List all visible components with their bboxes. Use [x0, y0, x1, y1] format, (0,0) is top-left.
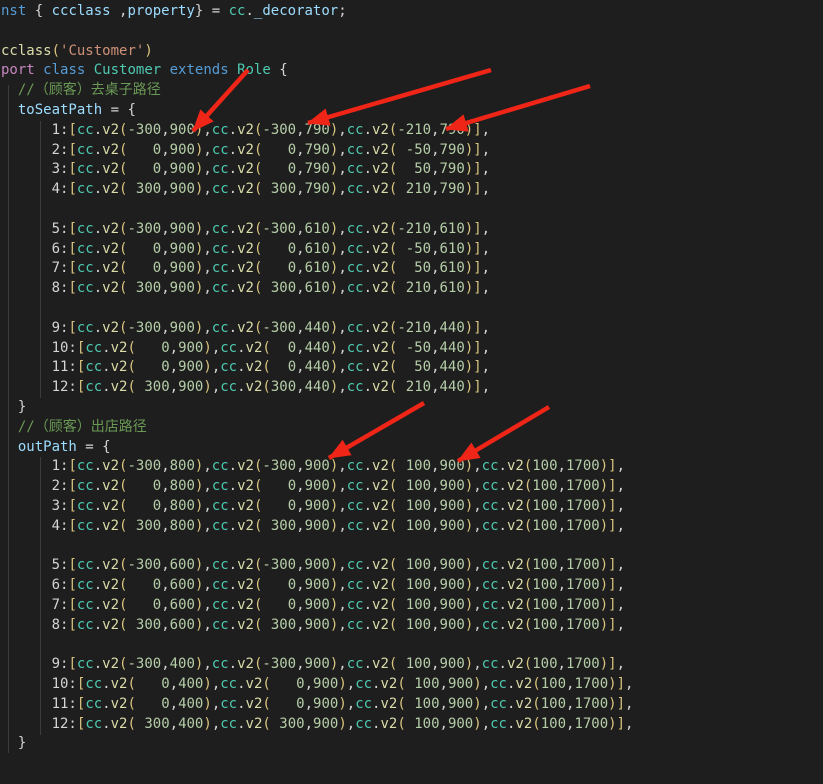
code-line: 8:[cc.v2( 300,900),cc.v2( 300,610),cc.v2… [51, 280, 491, 297]
code-line: 8:[cc.v2( 300,600),cc.v2( 300,900),cc.v2… [51, 616, 626, 633]
code-line: } [1, 398, 27, 415]
code-line: toSeatPath = { [17, 101, 136, 118]
code-line: 2:[cc.v2( 0,900),cc.v2( 0,790),cc.v2( -5… [51, 141, 491, 158]
code-line: 6:[cc.v2( 0,900),cc.v2( 0,610),cc.v2( -5… [51, 240, 491, 257]
editor-screen: nst { ccclass ,property} = cc._decorator… [0, 0, 823, 784]
code-line: } [1, 735, 27, 752]
code-line: 5:[cc.v2(-300,900),cc.v2(-300,610),cc.v2… [51, 220, 491, 237]
code-line: 9:[cc.v2(-300,900),cc.v2(-300,440),cc.v2… [51, 319, 491, 336]
code-line: 9:[cc.v2(-300,400),cc.v2(-300,900),cc.v2… [51, 656, 626, 673]
code-line: 7:[cc.v2( 0,600),cc.v2( 0,900),cc.v2( 10… [51, 596, 626, 613]
code-line: 2:[cc.v2( 0,800),cc.v2( 0,900),cc.v2( 10… [51, 478, 626, 495]
code-line: 4:[cc.v2( 300,900),cc.v2( 300,790),cc.v2… [51, 181, 491, 198]
code-editor[interactable]: nst { ccclass ,property} = cc._decorator… [1, 2, 633, 774]
code-line: 3:[cc.v2( 0,800),cc.v2( 0,900),cc.v2( 10… [51, 497, 626, 514]
code-line: 12:[cc.v2( 300,400),cc.v2( 300,900),cc.v… [51, 715, 634, 732]
code-line: 11:[cc.v2( 0,900),cc.v2( 0,440),cc.v2( 5… [51, 359, 491, 376]
code-line: 3:[cc.v2( 0,900),cc.v2( 0,790),cc.v2( 50… [51, 161, 491, 178]
code-line: 5:[cc.v2(-300,600),cc.v2(-300,900),cc.v2… [51, 557, 626, 574]
code-line: port class Customer extends Role { [1, 62, 288, 79]
code-line: 1:[cc.v2(-300,900),cc.v2(-300,790),cc.v2… [51, 121, 491, 138]
code-line: outPath = { [17, 438, 111, 455]
code-line: 11:[cc.v2( 0,400),cc.v2( 0,900),cc.v2( 1… [51, 695, 634, 712]
code-line: 4:[cc.v2( 300,800),cc.v2( 300,900),cc.v2… [51, 517, 626, 534]
code-line: //（顾客）出店路径 [17, 418, 147, 435]
code-line: 6:[cc.v2( 0,600),cc.v2( 0,900),cc.v2( 10… [51, 577, 626, 594]
code-line: 10:[cc.v2( 0,900),cc.v2( 0,440),cc.v2( -… [51, 339, 491, 356]
code-line: //（顾客）去桌子路径 [17, 82, 161, 99]
code-line: nst { ccclass ,property} = cc._decorator… [1, 3, 347, 19]
code-line: 7:[cc.v2( 0,900),cc.v2( 0,610),cc.v2( 50… [51, 260, 491, 277]
code-line: 12:[cc.v2( 300,900),cc.v2(300,440),cc.v2… [51, 379, 491, 396]
code-line: 1:[cc.v2(-300,800),cc.v2(-300,900),cc.v2… [51, 458, 626, 475]
code-line: 10:[cc.v2( 0,400),cc.v2( 0,900),cc.v2( 1… [51, 676, 634, 693]
code-line: cclass('Customer') [1, 42, 153, 59]
